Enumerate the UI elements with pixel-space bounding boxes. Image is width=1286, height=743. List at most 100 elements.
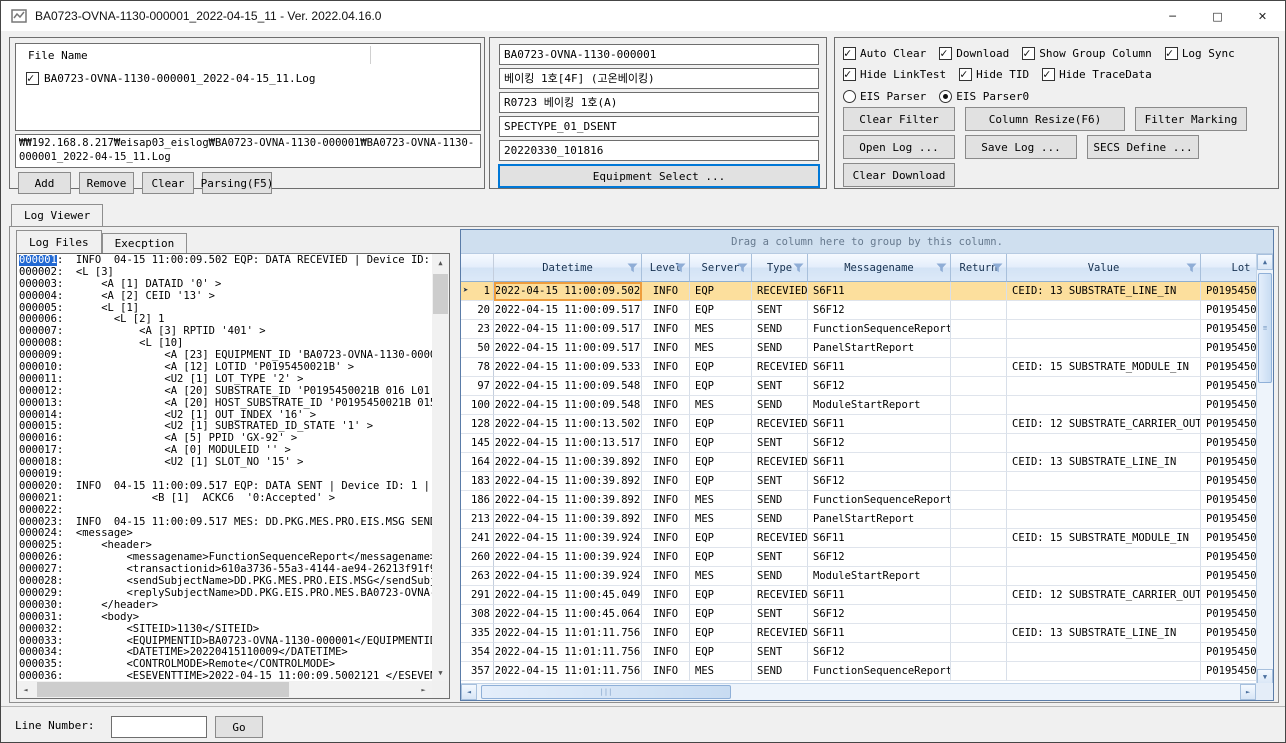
grid-cell[interactable] xyxy=(951,415,1007,434)
grid-cell[interactable]: INFO xyxy=(642,643,690,662)
grid-cell[interactable]: EQP xyxy=(690,415,752,434)
grid-cell[interactable]: S6F11 xyxy=(808,415,951,434)
equipment-line-field[interactable]: R0723 베이킹 1호(A) xyxy=(499,92,819,113)
grid-cell[interactable]: SEND xyxy=(752,339,808,358)
grid-cell[interactable]: SEND xyxy=(752,662,808,681)
grid-row[interactable]: 1642022-04-15 11:00:39.892INFOEQPRECEVIE… xyxy=(461,453,1274,472)
column-header-level[interactable]: Level xyxy=(642,254,690,282)
tab-log-viewer[interactable]: Log Viewer xyxy=(11,204,103,226)
column-header-datetime[interactable]: Datetime xyxy=(494,254,642,282)
grid-cell[interactable]: SENT xyxy=(752,643,808,662)
scroll-right-icon[interactable]: ► xyxy=(1240,684,1256,700)
hide-tid-checkbox[interactable]: Hide TID xyxy=(959,68,1029,81)
grid-cell[interactable]: MES xyxy=(690,320,752,339)
row-indicator-cell[interactable]: 213 xyxy=(461,510,494,529)
log-sync-checkbox[interactable]: Log Sync xyxy=(1165,47,1235,60)
grid-cell[interactable]: CEID: 12 SUBSTRATE_CARRIER_OUT xyxy=(1007,415,1201,434)
grid-cell[interactable] xyxy=(951,643,1007,662)
grid-cell[interactable] xyxy=(951,548,1007,567)
grid-cell[interactable]: 2022-04-15 11:00:09.517 xyxy=(494,301,642,320)
grid-cell[interactable]: INFO xyxy=(642,529,690,548)
scrollbar-thumb[interactable]: ||| xyxy=(481,685,731,699)
spec-type-field[interactable]: SPECTYPE_01_DSENT xyxy=(499,116,819,137)
grid-cell[interactable]: CEID: 13 SUBSTRATE_LINE_IN xyxy=(1007,282,1201,301)
grid-cell[interactable]: S6F11 xyxy=(808,624,951,643)
remove-button[interactable]: Remove xyxy=(79,172,134,194)
grid-cell[interactable] xyxy=(951,339,1007,358)
add-button[interactable]: Add xyxy=(18,172,71,194)
grid-cell[interactable]: INFO xyxy=(642,605,690,624)
grid-cell[interactable]: EQP xyxy=(690,624,752,643)
grid-cell[interactable]: S6F11 xyxy=(808,282,951,301)
maximize-button[interactable]: □ xyxy=(1195,1,1240,31)
grid-cell[interactable]: CEID: 13 SUBSTRATE_LINE_IN xyxy=(1007,453,1201,472)
column-header-value[interactable]: Value xyxy=(1007,254,1201,282)
grid-row[interactable]: 2912022-04-15 11:00:45.049INFOEQPRECEVIE… xyxy=(461,586,1274,605)
grid-cell[interactable]: 2022-04-15 11:00:13.517 xyxy=(494,434,642,453)
save-log-button[interactable]: Save Log ... xyxy=(965,135,1077,159)
grid-cell[interactable]: CEID: 15 SUBSTRATE_MODULE_IN xyxy=(1007,358,1201,377)
grid-cell[interactable]: RECEVIED xyxy=(752,358,808,377)
grid-vertical-scrollbar[interactable]: ▲ ≡ ▼ xyxy=(1256,254,1273,685)
grid-cell[interactable] xyxy=(951,282,1007,301)
grid-row[interactable]: ➤12022-04-15 11:00:09.502INFOEQPRECEVIED… xyxy=(461,282,1274,301)
grid-row[interactable]: 3352022-04-15 11:01:11.756INFOEQPRECEVIE… xyxy=(461,624,1274,643)
grid-cell[interactable]: EQP xyxy=(690,586,752,605)
grid-cell[interactable] xyxy=(1007,377,1201,396)
filter-icon[interactable] xyxy=(1186,263,1197,273)
auto-clear-checkbox[interactable]: Auto Clear xyxy=(843,47,926,60)
grid-cell[interactable] xyxy=(1007,510,1201,529)
grid-cell[interactable]: MES xyxy=(690,491,752,510)
grid-cell[interactable]: 2022-04-15 11:00:09.517 xyxy=(494,339,642,358)
secs-define-button[interactable]: SECS Define ... xyxy=(1087,135,1199,159)
grid-cell[interactable] xyxy=(951,586,1007,605)
row-indicator-cell[interactable]: 263 xyxy=(461,567,494,586)
grid-cell[interactable]: MES xyxy=(690,510,752,529)
grid-cell[interactable]: SEND xyxy=(752,491,808,510)
grid-cell[interactable]: SENT xyxy=(752,301,808,320)
grid-cell[interactable]: 2022-04-15 11:00:13.502 xyxy=(494,415,642,434)
grid-cell[interactable]: 2022-04-15 11:00:09.548 xyxy=(494,396,642,415)
grid-cell[interactable] xyxy=(1007,548,1201,567)
column-header-messagename[interactable]: Messagename xyxy=(808,254,951,282)
grid-cell[interactable] xyxy=(1007,396,1201,415)
grid-cell[interactable]: EQP xyxy=(690,377,752,396)
grid-cell[interactable]: SENT xyxy=(752,605,808,624)
grid-cell[interactable]: RECEVIED xyxy=(752,624,808,643)
column-header-type[interactable]: Type xyxy=(752,254,808,282)
grid-cell[interactable] xyxy=(951,377,1007,396)
row-indicator-cell[interactable]: 20 xyxy=(461,301,494,320)
grid-cell[interactable]: S6F11 xyxy=(808,529,951,548)
grid-cell[interactable]: INFO xyxy=(642,624,690,643)
column-header-server[interactable]: Server xyxy=(690,254,752,282)
grid-cell[interactable]: S6F12 xyxy=(808,643,951,662)
grid-cell[interactable]: S6F11 xyxy=(808,358,951,377)
grid-cell[interactable]: EQP xyxy=(690,301,752,320)
grid-cell[interactable]: PanelStartReport xyxy=(808,510,951,529)
filter-icon[interactable] xyxy=(627,263,638,273)
row-indicator-cell[interactable]: 78 xyxy=(461,358,494,377)
grid-cell[interactable]: INFO xyxy=(642,282,690,301)
grid-cell[interactable]: RECEVIED xyxy=(752,529,808,548)
file-list-item[interactable]: BA0723-OVNA-1130-000001_2022-04-15_11.Lo… xyxy=(26,72,316,85)
grid-cell[interactable] xyxy=(1007,643,1201,662)
scroll-down-icon[interactable]: ▼ xyxy=(432,664,449,681)
grid-cell[interactable] xyxy=(951,662,1007,681)
file-path-box[interactable]: ₩₩192.168.8.217₩eisap03_eislog₩BA0723-OV… xyxy=(15,134,481,168)
eis-parser-radio[interactable]: EIS Parser xyxy=(843,90,926,103)
grid-cell[interactable]: INFO xyxy=(642,510,690,529)
grid-cell[interactable] xyxy=(1007,491,1201,510)
grid-cell[interactable]: S6F12 xyxy=(808,605,951,624)
open-log-button[interactable]: Open Log ... xyxy=(843,135,955,159)
grid-cell[interactable]: CEID: 13 SUBSTRATE_LINE_IN xyxy=(1007,624,1201,643)
spec-date-field[interactable]: 20220330_101816 xyxy=(499,140,819,161)
grid-horizontal-scrollbar[interactable]: ◄ ||| ► xyxy=(461,683,1256,700)
row-indicator-cell[interactable]: 164 xyxy=(461,453,494,472)
filter-icon[interactable] xyxy=(793,263,804,273)
file-list[interactable]: File Name BA0723-OVNA-1130-000001_2022-0… xyxy=(15,43,481,131)
grid-cell[interactable]: INFO xyxy=(642,586,690,605)
grid-cell[interactable]: SEND xyxy=(752,396,808,415)
grid-cell[interactable]: SENT xyxy=(752,434,808,453)
grid-cell[interactable]: FunctionSequenceReport xyxy=(808,320,951,339)
grid-cell[interactable] xyxy=(951,624,1007,643)
